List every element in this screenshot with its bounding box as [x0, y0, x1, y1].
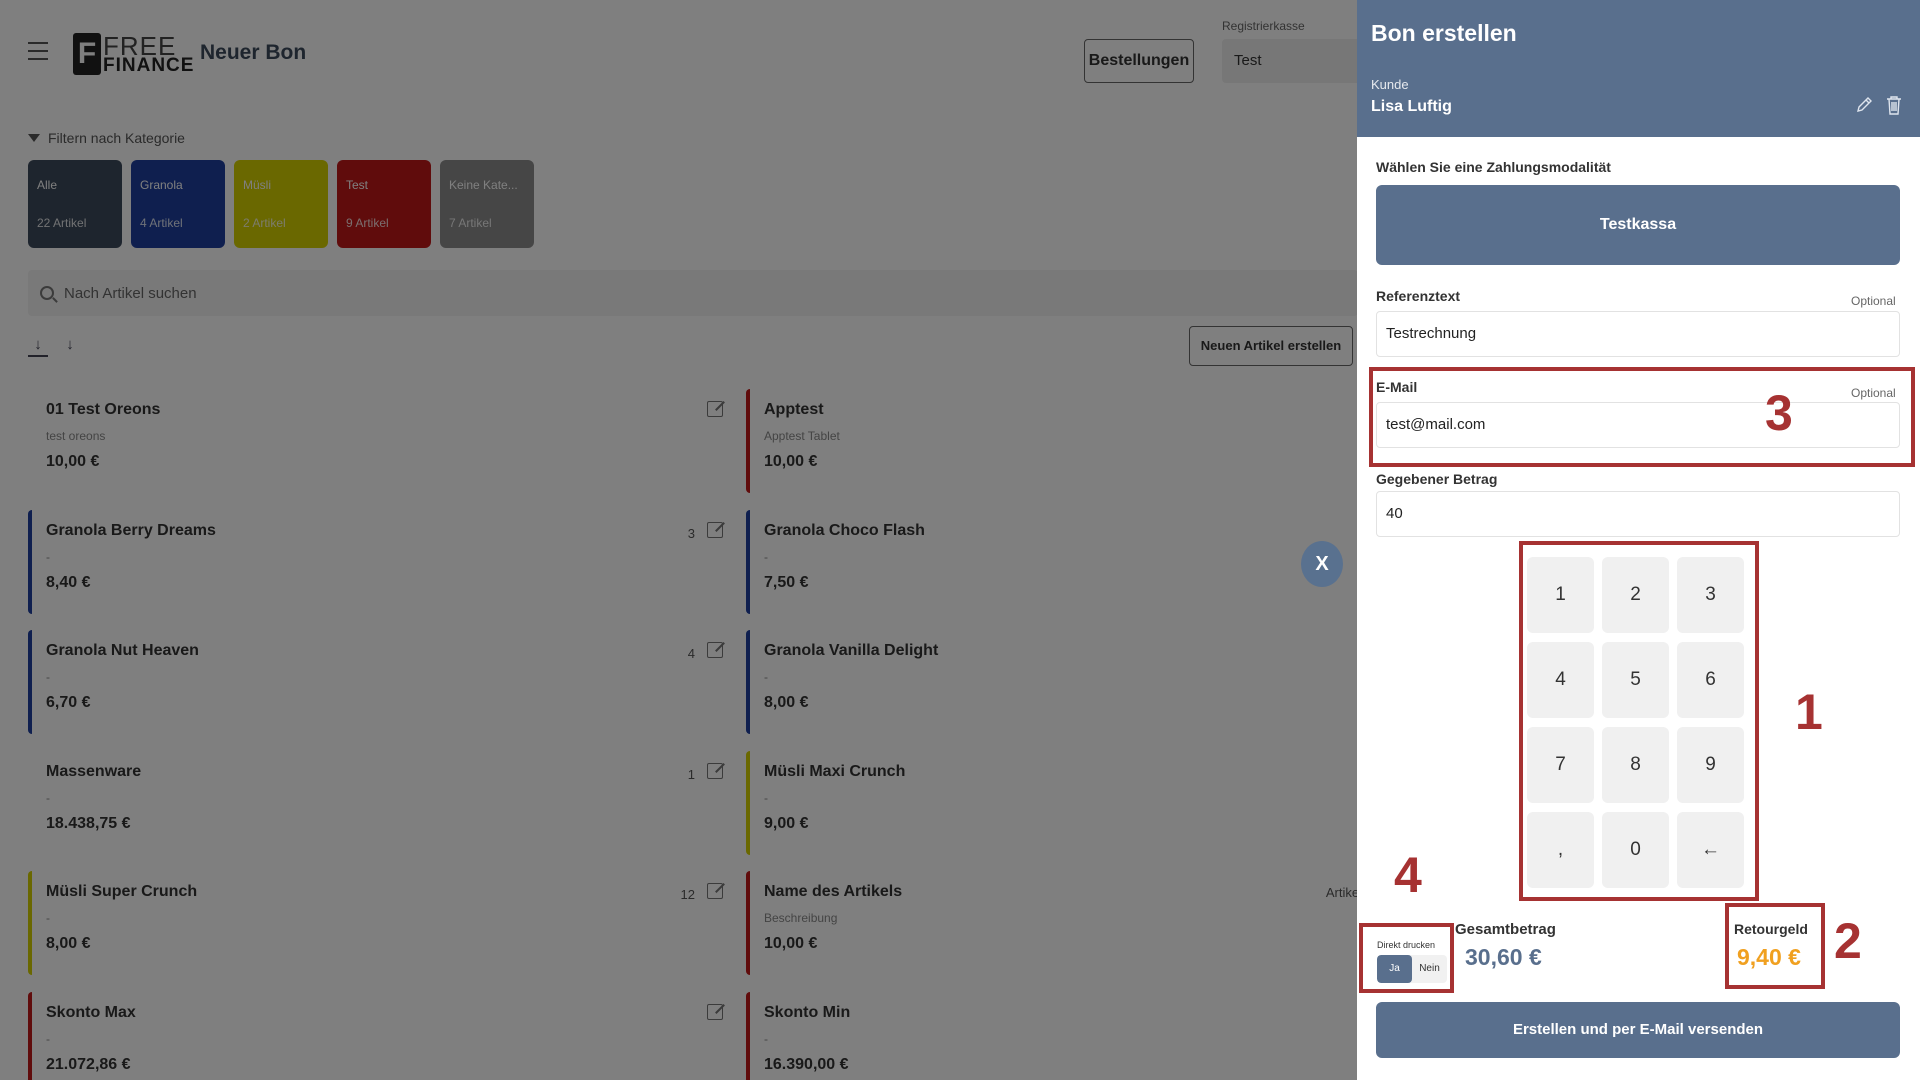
total-value: 30,60 €: [1465, 944, 1542, 970]
edit-customer-icon[interactable]: [1855, 96, 1873, 114]
customer-name: Lisa Luftig: [1371, 98, 1452, 115]
close-dialog-button[interactable]: X: [1301, 541, 1343, 587]
payment-method-label: Wählen Sie eine Zahlungsmodalität: [1376, 159, 1611, 175]
annotation-number-1: 1: [1795, 684, 1823, 740]
annotation-number-4: 4: [1394, 847, 1422, 903]
annotation-number-2: 2: [1834, 913, 1862, 969]
create-and-email-button[interactable]: Erstellen und per E-Mail versenden: [1376, 1002, 1900, 1058]
annotation-box-1: [1519, 541, 1759, 901]
annotation-box-4: [1359, 923, 1454, 993]
delete-customer-icon[interactable]: [1886, 95, 1902, 115]
annotation-box-2: [1725, 903, 1825, 989]
dialog-title: Bon erstellen: [1371, 20, 1517, 46]
customer-label: Kunde: [1371, 77, 1409, 92]
total-label: Gesamtbetrag: [1455, 921, 1556, 938]
given-amount-input[interactable]: 40: [1376, 491, 1900, 537]
dialog-header: Bon erstellen Kunde Lisa Luftig: [1357, 0, 1920, 137]
annotation-number-3: 3: [1765, 385, 1793, 441]
reference-optional-hint: Optional: [1851, 294, 1896, 308]
payment-option-testkassa[interactable]: Testkassa: [1376, 185, 1900, 265]
reference-input[interactable]: Testrechnung: [1376, 311, 1900, 357]
annotation-box-3: [1369, 367, 1915, 467]
reference-label: Referenztext: [1376, 288, 1461, 304]
given-amount-label: Gegebener Betrag: [1376, 471, 1498, 487]
